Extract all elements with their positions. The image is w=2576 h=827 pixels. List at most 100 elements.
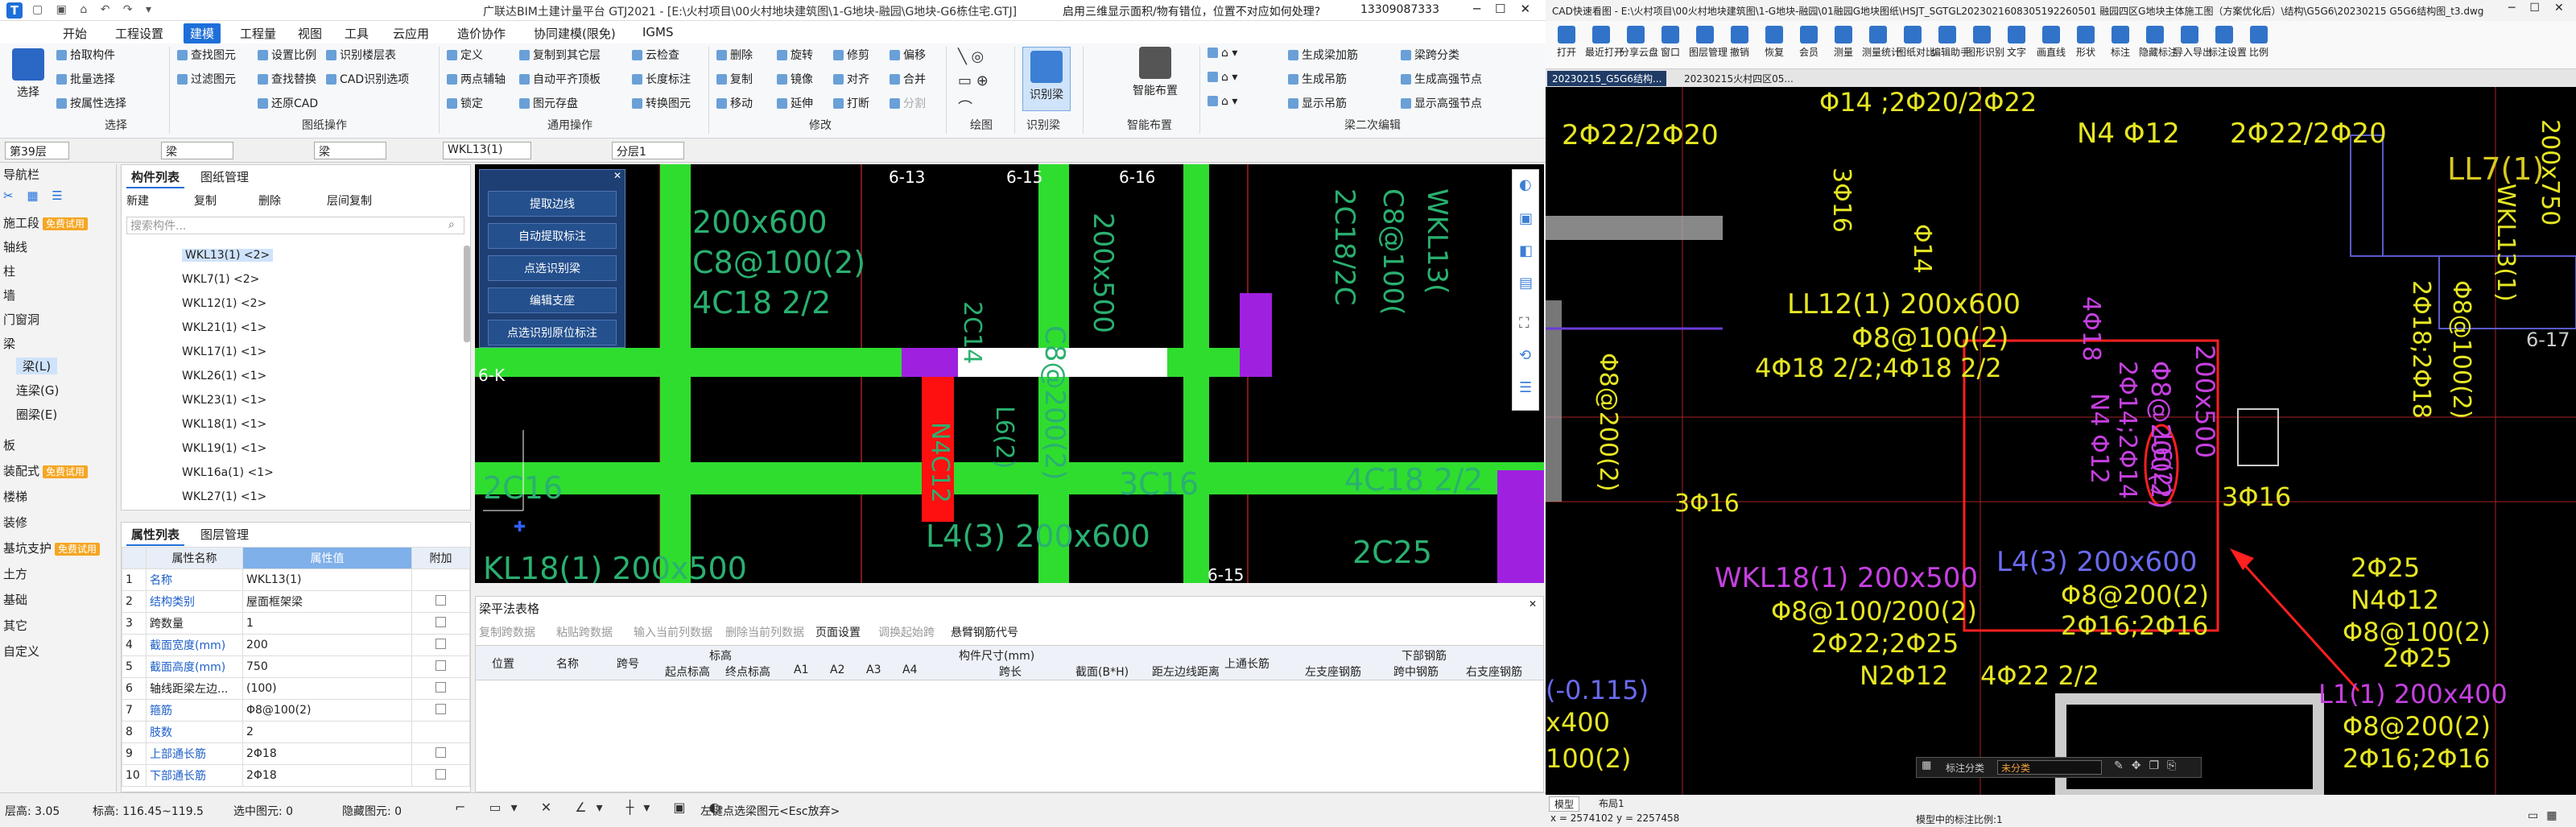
- input-column-button[interactable]: 输入当前列数据: [634, 624, 712, 640]
- beam-tool-b[interactable]: ⌂ ▾: [1208, 71, 1237, 84]
- menu-cost[interactable]: 造价协作: [451, 23, 512, 43]
- close-icon[interactable]: ✕: [1529, 598, 1537, 610]
- floor-select[interactable]: 第39层: [5, 142, 69, 159]
- nav-item-stage[interactable]: 施工段 免费试用: [3, 214, 89, 231]
- mirror-button[interactable]: 镜像: [777, 71, 813, 87]
- viewer-button[interactable]: 图纸对比: [1897, 26, 1935, 59]
- copy-span-data-button[interactable]: 复制跨数据: [479, 624, 535, 640]
- align-button[interactable]: 对齐: [833, 71, 869, 87]
- nav-item-axis[interactable]: 轴线: [3, 238, 27, 255]
- list-item[interactable]: WKL7(1) <2>: [182, 273, 259, 286]
- copy-button[interactable]: 复制: [716, 71, 753, 87]
- two-point-axis-button[interactable]: 云检查: [632, 47, 679, 63]
- restore-cad-button[interactable]: 还原CAD: [258, 95, 318, 111]
- filter-element-button[interactable]: 过滤图元: [177, 71, 236, 87]
- viewer-button[interactable]: 图层管理: [1689, 26, 1728, 59]
- auto-align-slab-button[interactable]: 自动平齐顶板: [519, 71, 601, 87]
- property-row[interactable]: 6 轴线距梁左边... (100): [122, 677, 470, 700]
- nav-item-other[interactable]: 其它: [3, 617, 27, 634]
- beam-tool-a[interactable]: ⌂ ▾: [1208, 47, 1237, 60]
- extra-checkbox[interactable]: [411, 677, 470, 700]
- window-controls[interactable]: ─☐✕: [2508, 2, 2576, 14]
- list-item[interactable]: WKL21(1) <1>: [182, 321, 266, 334]
- gtj-cad-canvas[interactable]: 6-13 6-15 6-16 6-15 6-K 200x600 C8@100(2…: [475, 164, 1544, 583]
- rotate-button[interactable]: 旋转: [777, 47, 813, 63]
- viewer-button[interactable]: 比例: [2243, 26, 2275, 59]
- move-button[interactable]: 移动: [716, 95, 753, 111]
- trim-button[interactable]: 修剪: [833, 47, 869, 63]
- property-value[interactable]: 2: [242, 721, 412, 743]
- copy-to-layer-button[interactable]: 复制到其它层: [519, 47, 601, 63]
- offset-button[interactable]: 偏移: [890, 47, 926, 63]
- property-row[interactable]: 8 肢数 2: [122, 721, 470, 743]
- show-hanger-checkbox[interactable]: 显示吊筋: [1288, 95, 1347, 111]
- tab-drawing-management[interactable]: 图纸管理: [196, 167, 254, 187]
- find-element-button[interactable]: 查找图元: [177, 47, 236, 63]
- property-row[interactable]: 9 上部通长筋 2Φ18: [122, 742, 470, 765]
- tab-properties[interactable]: 属性列表: [126, 524, 185, 546]
- delete-column-button[interactable]: 删除当前列数据: [725, 624, 804, 640]
- notice-text[interactable]: 启用三维显示面积/物有错位，位置不对应如何处理?: [1063, 3, 1320, 19]
- property-row[interactable]: 7 箍筋 Φ8@100(2): [122, 699, 470, 722]
- tab-layer-management[interactable]: 图层管理: [196, 524, 254, 544]
- extra-checkbox[interactable]: [411, 742, 470, 765]
- doc-tab[interactable]: 20230215火村四区05...: [1679, 71, 1798, 86]
- merge-button[interactable]: 合并: [890, 71, 926, 87]
- extend-button[interactable]: 延伸: [777, 95, 813, 111]
- close-icon[interactable]: ✕: [613, 170, 621, 181]
- save-element-button[interactable]: 图元存盘: [519, 95, 578, 111]
- gen-hanger-button[interactable]: 生成吊筋: [1288, 71, 1347, 87]
- point-recognize-label-button[interactable]: 点选识别原位标注: [488, 320, 617, 345]
- auto-extract-label-button[interactable]: 自动提取标注: [488, 223, 617, 249]
- property-value[interactable]: WKL13(1): [242, 569, 412, 591]
- doc-tab[interactable]: 20230215_G5G6结构...: [1547, 71, 1667, 86]
- set-scale-button[interactable]: 设置比例: [258, 47, 316, 63]
- layout-tab-model[interactable]: 模型: [1549, 796, 1580, 812]
- nav-item-pit[interactable]: 基坑支护 免费试用: [3, 540, 101, 556]
- nav-item-decor[interactable]: 装修: [3, 514, 27, 531]
- list-item[interactable]: WKL13(1) <2>: [182, 249, 274, 262]
- nav-item-slab[interactable]: 板: [3, 436, 15, 453]
- menu-project-settings[interactable]: 工程设置: [109, 23, 170, 43]
- point-recognize-beam-button[interactable]: 点选识别梁: [488, 255, 617, 281]
- subtype-select[interactable]: 梁: [314, 142, 386, 159]
- define-button[interactable]: 定义: [447, 47, 483, 63]
- lock-button[interactable]: 锁定: [447, 95, 483, 111]
- nav-item-prefab[interactable]: 装配式 免费试用: [3, 462, 89, 479]
- list-item[interactable]: WKL12(1) <2>: [182, 297, 266, 310]
- property-row[interactable]: 1 名称 WKL13(1): [122, 569, 470, 591]
- menu-igms[interactable]: IGMS: [636, 23, 680, 41]
- viewer-bottom-icons[interactable]: ▭▦: [2528, 809, 2565, 822]
- list-item[interactable]: WKL26(1) <1>: [182, 370, 266, 382]
- window-controls[interactable]: ─☐✕: [1473, 2, 1545, 16]
- extra-checkbox[interactable]: [411, 569, 470, 591]
- nav-item-stair[interactable]: 楼梯: [3, 488, 27, 505]
- component-search-input[interactable]: 搜索构件...: [126, 217, 464, 234]
- cantilever-code-button[interactable]: 悬臂钢筋代号: [951, 624, 1018, 640]
- viewer-button[interactable]: 标注设置: [2208, 26, 2247, 59]
- break-button[interactable]: 打断: [833, 95, 869, 111]
- draw-tools[interactable]: ╲ ◎ ▭ ⊕ ⌒: [958, 48, 1030, 117]
- property-row[interactable]: 3 跨数量 1: [122, 612, 470, 635]
- menu-quantity[interactable]: 工程量: [233, 23, 283, 43]
- property-row[interactable]: 2 结构类别 屋面框架梁: [122, 590, 470, 613]
- layers-icon[interactable]: ◧: [1519, 242, 1533, 259]
- extra-checkbox[interactable]: [411, 699, 470, 722]
- menu-view[interactable]: 视图: [291, 23, 328, 43]
- list-scrollbar[interactable]: [464, 246, 470, 342]
- show-high-strength-node-checkbox[interactable]: 显示高强节点: [1401, 95, 1482, 111]
- viewer-button[interactable]: 撤销: [1724, 26, 1756, 59]
- extra-checkbox[interactable]: [411, 721, 470, 743]
- extra-checkbox[interactable]: [411, 655, 470, 678]
- property-row[interactable]: 10 下部通长筋 2Φ18: [122, 764, 470, 787]
- list-item[interactable]: WKL19(1) <1>: [182, 442, 266, 455]
- quick-access-toolbar[interactable]: ▢ ▣ ⌂ ↶ ↷ ▾: [32, 3, 156, 16]
- find-replace-button[interactable]: 查找替换: [258, 71, 316, 87]
- viewer-button[interactable]: 标注: [2104, 26, 2136, 59]
- viewer-button[interactable]: 隐藏标注: [2139, 26, 2178, 59]
- layer-select[interactable]: 分层1: [612, 142, 684, 159]
- type-select[interactable]: 梁: [161, 142, 233, 159]
- property-value[interactable]: 200: [242, 634, 412, 656]
- list-item[interactable]: WKL23(1) <1>: [182, 394, 266, 407]
- property-value[interactable]: 750: [242, 655, 412, 678]
